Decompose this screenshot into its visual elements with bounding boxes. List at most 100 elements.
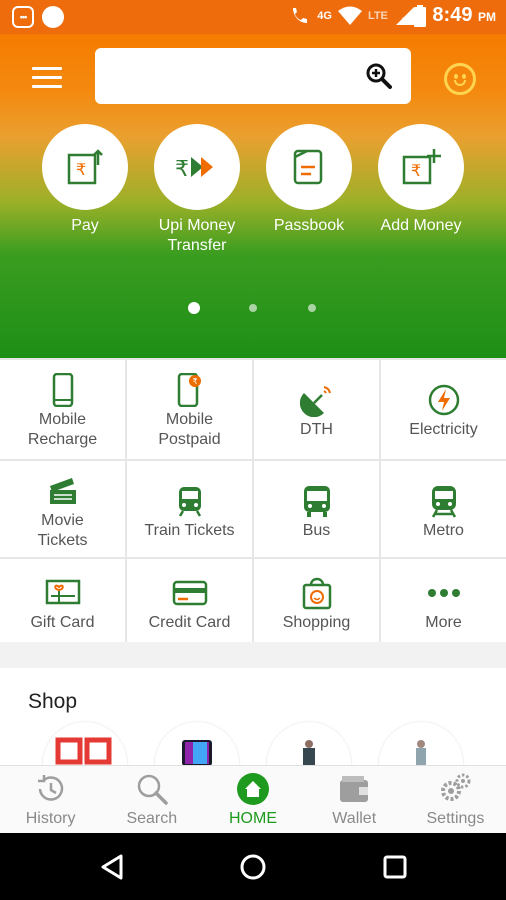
menu-button[interactable] xyxy=(32,67,62,89)
add-money-icon: ₹ xyxy=(378,124,464,210)
smile-mouth xyxy=(454,80,466,86)
bus-icon xyxy=(302,481,332,521)
shopping-bag-icon xyxy=(301,573,333,613)
passbook-icon xyxy=(266,124,352,210)
nav-label: History xyxy=(25,810,76,827)
roaming-label: R xyxy=(401,15,409,26)
quick-action-label: Passbook xyxy=(273,217,345,234)
pager-dot[interactable] xyxy=(308,304,316,312)
service-label: DTH xyxy=(300,421,333,438)
android-navigation-bar xyxy=(0,833,506,900)
nav-label: Settings xyxy=(426,810,485,827)
settings-icon xyxy=(441,773,471,801)
credit-card-icon xyxy=(172,573,208,613)
profile-smiley-icon[interactable] xyxy=(444,63,476,95)
quick-action-add-money[interactable]: ₹ Add Money xyxy=(366,124,476,236)
service-mobile-recharge[interactable]: Mobile Recharge xyxy=(0,360,125,459)
service-label: Bus xyxy=(302,522,331,539)
bottom-navigation: History Search HOME Wallet Settings xyxy=(0,765,506,833)
service-label: Gift Card xyxy=(30,614,95,631)
lte-label: LTE xyxy=(367,9,388,22)
service-train-tickets[interactable]: Train Tickets xyxy=(127,461,252,557)
recents-icon[interactable] xyxy=(382,854,408,880)
quick-action-upi[interactable]: ₹ Upi Money Transfer xyxy=(142,124,252,256)
electricity-icon xyxy=(427,380,461,420)
system-status: 4G LTE R 8:49 PM xyxy=(289,4,496,27)
pager-dot[interactable] xyxy=(249,304,257,312)
nav-label: HOME xyxy=(229,810,277,827)
metro-icon xyxy=(429,481,459,521)
menu-bar xyxy=(32,85,62,88)
mobile-icon xyxy=(52,370,74,410)
svg-text:₹: ₹ xyxy=(192,377,197,386)
service-label: Credit Card xyxy=(148,614,231,631)
home-icon xyxy=(237,773,269,805)
menu-bar xyxy=(32,67,62,70)
nav-wallet[interactable]: Wallet xyxy=(304,766,405,833)
wifi-icon xyxy=(337,6,362,25)
nav-label: Search xyxy=(126,810,178,827)
wallet-icon xyxy=(340,776,369,802)
service-shopping[interactable]: Shopping xyxy=(254,559,379,642)
train-icon xyxy=(177,481,203,521)
movie-ticket-icon xyxy=(46,471,80,511)
gift-card-icon xyxy=(45,573,81,613)
search-input[interactable] xyxy=(95,48,411,104)
network-type-label: 4G xyxy=(317,9,332,22)
postpaid-icon: ₹ xyxy=(177,370,203,410)
menu-bar xyxy=(32,76,62,79)
service-label: Metro xyxy=(423,522,464,539)
home-circle-icon[interactable] xyxy=(239,853,267,881)
service-bus[interactable]: Bus xyxy=(254,461,379,557)
service-label: Electricity xyxy=(409,421,478,438)
service-electricity[interactable]: Electricity xyxy=(381,360,506,459)
satellite-dish-icon xyxy=(299,380,334,420)
service-label: Mobile Recharge xyxy=(27,411,98,448)
service-label: Train Tickets xyxy=(144,522,235,539)
service-metro[interactable]: Metro xyxy=(381,461,506,557)
service-label: Movie Tickets xyxy=(37,512,88,549)
hero-banner: ₹ Pay ₹ Upi Money Transfer Passbook ₹ Ad… xyxy=(0,34,506,358)
shop-section-title: Shop xyxy=(28,690,78,713)
svg-text:₹: ₹ xyxy=(76,160,86,179)
nav-history[interactable]: History xyxy=(0,766,101,833)
pager-dot-active[interactable] xyxy=(188,302,200,314)
service-label: More xyxy=(425,614,462,631)
pay-icon: ₹ xyxy=(42,124,128,210)
carousel-pager xyxy=(0,302,506,314)
upi-transfer-icon: ₹ xyxy=(154,124,240,210)
nav-home[interactable]: HOME xyxy=(202,766,303,833)
quick-action-passbook[interactable]: Passbook xyxy=(254,124,364,236)
clock: 8:49 PM xyxy=(432,4,496,26)
notification-icons xyxy=(12,6,506,386)
circle-notification-icon xyxy=(42,6,64,28)
battery-icon xyxy=(414,4,427,27)
service-more[interactable]: More xyxy=(381,559,506,642)
service-dth[interactable]: DTH xyxy=(254,360,379,459)
quick-action-label: Pay xyxy=(71,217,99,234)
phone-icon xyxy=(293,7,308,23)
message-notification-icon xyxy=(12,6,34,28)
svg-text:₹: ₹ xyxy=(175,157,189,182)
service-label: Shopping xyxy=(282,614,351,631)
more-dots-icon xyxy=(426,573,462,613)
service-label: Mobile Postpaid xyxy=(158,411,221,448)
svg-text:₹: ₹ xyxy=(411,161,421,180)
services-grid: Mobile Recharge ₹ Mobile Postpaid DTH El… xyxy=(0,358,506,642)
service-movie-tickets[interactable]: Movie Tickets xyxy=(0,461,125,557)
quick-action-pay[interactable]: ₹ Pay xyxy=(30,124,140,236)
nav-label: Wallet xyxy=(332,810,377,827)
quick-action-label: Add Money xyxy=(380,217,462,234)
zoom-search-icon[interactable] xyxy=(365,62,393,90)
service-gift-card[interactable]: Gift Card xyxy=(0,559,125,642)
quick-action-label: Upi Money Transfer xyxy=(158,217,236,254)
nav-settings[interactable]: Settings xyxy=(405,766,506,833)
service-mobile-postpaid[interactable]: ₹ Mobile Postpaid xyxy=(127,360,252,459)
section-divider xyxy=(0,642,506,668)
search-icon xyxy=(137,774,168,805)
back-icon[interactable] xyxy=(99,853,125,881)
history-icon xyxy=(37,775,63,801)
nav-search[interactable]: Search xyxy=(101,766,202,833)
status-bar: 4G LTE R 8:49 PM xyxy=(0,0,506,386)
service-credit-card[interactable]: Credit Card xyxy=(127,559,252,642)
